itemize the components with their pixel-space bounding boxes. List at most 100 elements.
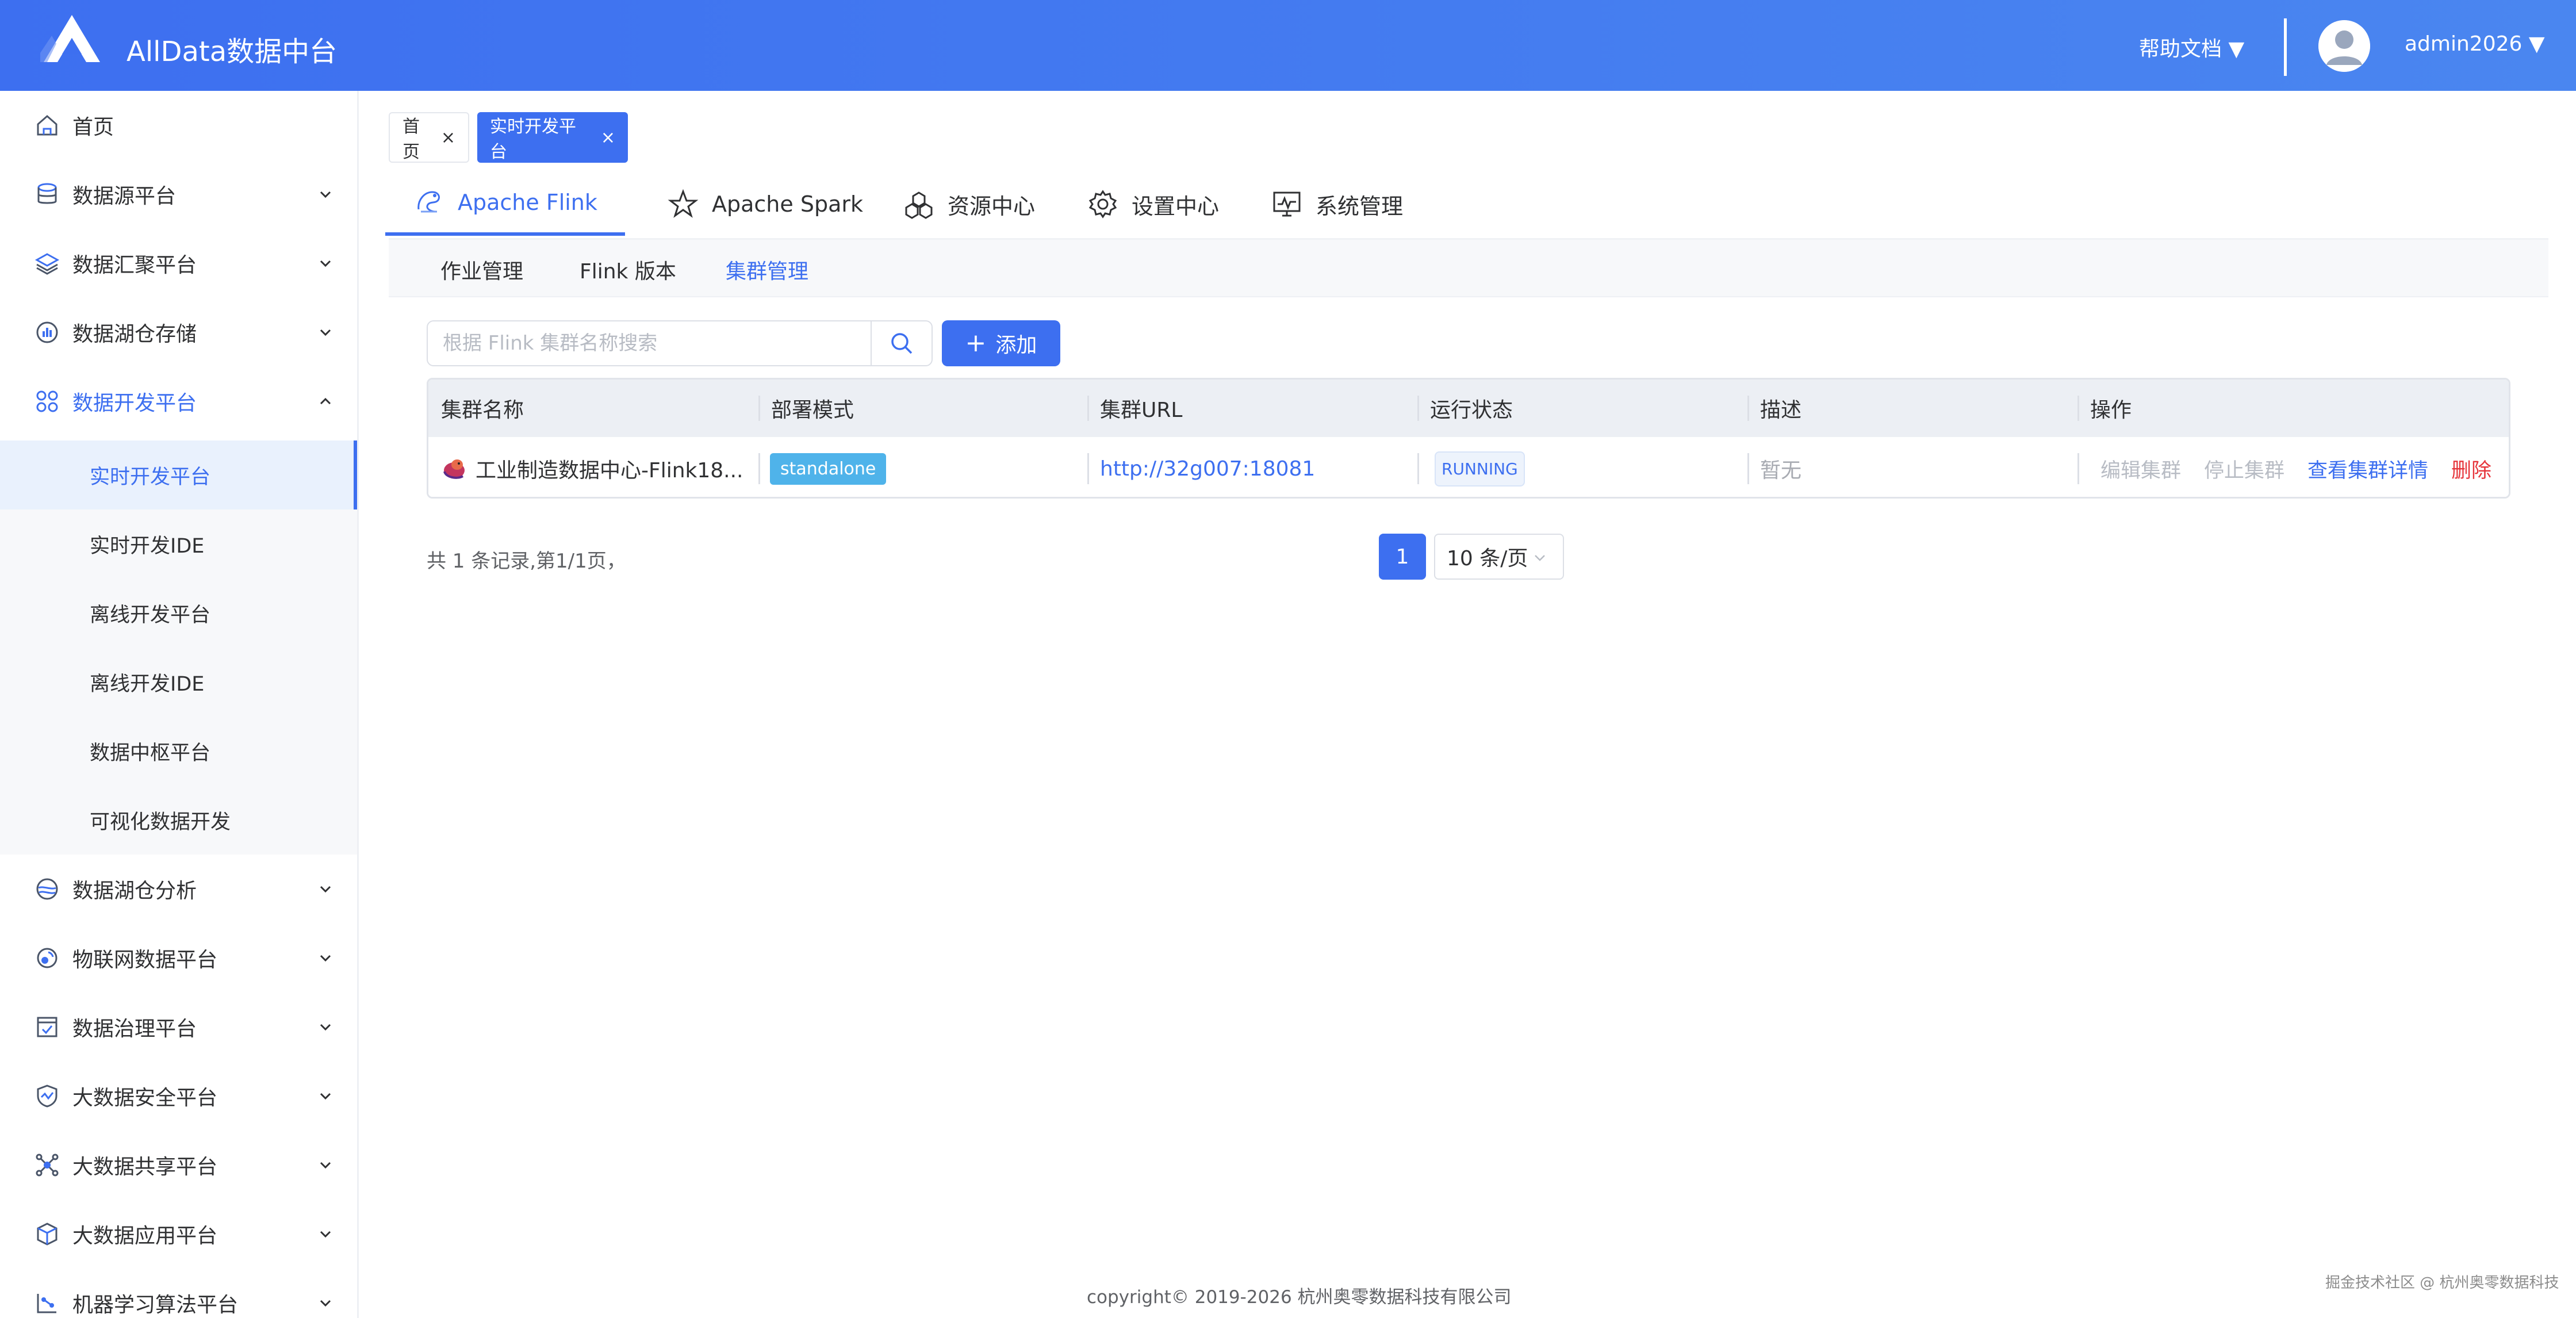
cluster-name-text: 工业制造数据中心-Flink18... bbox=[476, 459, 743, 482]
column-divider bbox=[2077, 453, 2079, 484]
sidebar-subitem-label: 实时开发平台 bbox=[90, 465, 211, 489]
sidebar-subitem-realtime-ide[interactable]: 实时开发IDE bbox=[0, 509, 357, 578]
column-divider bbox=[758, 396, 760, 421]
watermark-text: 掘金技术社区 @ 杭州奥零数据科技 bbox=[2325, 1274, 2559, 1292]
close-icon[interactable]: × bbox=[601, 128, 615, 148]
delete-button[interactable]: 删除 bbox=[2451, 454, 2491, 484]
sidebar: 首页 数据源平台 数据汇聚平台 数据湖仓存储 数据开发平台 实时开发平台 实时开… bbox=[0, 91, 359, 1318]
user-menu-dropdown[interactable]: admin2026 ▼ bbox=[2405, 32, 2545, 56]
tab-apache-spark[interactable]: Apache Spark bbox=[667, 173, 863, 236]
col-header-status: 运行状态 bbox=[1430, 399, 1513, 422]
chevron-down-icon bbox=[320, 886, 331, 893]
sidebar-item-label: 大数据共享平台 bbox=[72, 1155, 218, 1179]
sidebar-subitem-realtime-platform[interactable]: 实时开发平台 bbox=[0, 440, 357, 509]
sidebar-item-lakehouse-storage[interactable]: 数据湖仓存储 bbox=[0, 298, 357, 367]
tag-realtime-platform[interactable]: 实时开发平台 × bbox=[477, 112, 628, 163]
iot-icon bbox=[37, 948, 57, 968]
header-divider bbox=[2284, 18, 2287, 76]
sidebar-item-application[interactable]: 大数据应用平台 bbox=[0, 1200, 357, 1269]
view-cluster-detail-button[interactable]: 查看集群详情 bbox=[2307, 454, 2428, 484]
cluster-url-link[interactable]: http://32g007:18081 bbox=[1100, 457, 1315, 481]
column-divider bbox=[1747, 396, 1749, 421]
sidebar-item-data-aggregation[interactable]: 数据汇聚平台 bbox=[0, 229, 357, 298]
tab-label: 系统管理 bbox=[1316, 193, 1404, 219]
chevron-down-icon bbox=[1535, 555, 1545, 561]
sidebar-item-sharing[interactable]: 大数据共享平台 bbox=[0, 1131, 357, 1200]
chart-circle-icon bbox=[36, 321, 58, 343]
subtab-job-management[interactable]: 作业管理 bbox=[440, 255, 523, 285]
subtab-flink-version[interactable]: Flink 版本 bbox=[580, 255, 676, 285]
top-header: AllData数据中台 帮助文档 ▼ admin2026 ▼ bbox=[0, 0, 2576, 91]
share-icon bbox=[36, 1154, 59, 1177]
tab-settings-center[interactable]: 设置中心 bbox=[1087, 173, 1219, 236]
sidebar-item-label: 物联网数据平台 bbox=[72, 948, 218, 972]
stop-cluster-button[interactable]: 停止集群 bbox=[2204, 454, 2284, 484]
sidebar-item-label: 数据汇聚平台 bbox=[72, 254, 197, 277]
add-button[interactable]: + 添加 bbox=[942, 320, 1060, 366]
col-header-ops: 操作 bbox=[2090, 399, 2132, 422]
status-badge: RUNNING bbox=[1435, 451, 1525, 486]
deploy-mode-badge: standalone bbox=[770, 453, 887, 485]
sidebar-item-datasource[interactable]: 数据源平台 bbox=[0, 160, 357, 229]
tab-label: Apache Flink bbox=[458, 190, 597, 215]
grid-icon bbox=[36, 390, 58, 412]
plus-icon: + bbox=[965, 328, 987, 358]
close-icon[interactable]: × bbox=[441, 128, 455, 148]
tab-label: Apache Spark bbox=[712, 191, 863, 217]
column-divider bbox=[1087, 453, 1089, 484]
user-avatar-icon[interactable] bbox=[2318, 20, 2370, 72]
sidebar-subitem-label: 实时开发IDE bbox=[90, 534, 205, 558]
sidebar-item-home[interactable]: 首页 bbox=[0, 91, 357, 160]
cluster-table: 集群名称 部署模式 集群URL 运行状态 描述 操作 工业制造数据中心-Flin… bbox=[427, 378, 2510, 499]
help-docs-dropdown[interactable]: 帮助文档 ▼ bbox=[2139, 32, 2244, 62]
tab-label: 设置中心 bbox=[1132, 193, 1220, 219]
cell-description: 暂无 bbox=[1760, 437, 1802, 497]
monitor-icon bbox=[1273, 191, 1301, 217]
sidebar-item-iot[interactable]: 物联网数据平台 bbox=[0, 924, 357, 993]
sidebar-item-label: 首页 bbox=[72, 116, 114, 139]
sidebar-item-ml[interactable]: 机器学习算法平台 bbox=[0, 1269, 357, 1318]
chevron-down-icon bbox=[320, 329, 331, 336]
col-header-desc: 描述 bbox=[1760, 399, 1802, 422]
shield-icon bbox=[37, 1085, 57, 1108]
tab-resource-center[interactable]: 资源中心 bbox=[903, 173, 1035, 236]
col-header-name: 集群名称 bbox=[441, 399, 524, 422]
column-divider bbox=[1747, 453, 1749, 484]
tag-home[interactable]: 首页 × bbox=[389, 112, 469, 163]
layers-icon bbox=[34, 253, 60, 275]
sidebar-item-label: 大数据应用平台 bbox=[72, 1224, 218, 1248]
cluster-search-input[interactable] bbox=[428, 321, 871, 365]
sidebar-subitem-data-hub[interactable]: 数据中枢平台 bbox=[0, 717, 357, 786]
sidebar-item-label: 数据治理平台 bbox=[72, 1017, 197, 1041]
cell-operations: 编辑集群 停止集群 查看集群详情 删除 bbox=[2100, 437, 2491, 497]
sidebar-item-label: 数据源平台 bbox=[72, 185, 177, 208]
edit-cluster-button[interactable]: 编辑集群 bbox=[2100, 454, 2181, 484]
sidebar-subitem-label: 离线开发IDE bbox=[90, 672, 205, 696]
cell-cluster-name: 工业制造数据中心-Flink18... bbox=[440, 437, 743, 497]
chevron-down-icon bbox=[320, 1162, 331, 1169]
search-icon bbox=[891, 333, 913, 354]
copyright-text: copyright© 2019-2026 杭州奥零数据科技有限公司 bbox=[1087, 1287, 1512, 1308]
tab-apache-flink[interactable]: Apache Flink bbox=[385, 173, 625, 236]
page-number-button[interactable]: 1 bbox=[1379, 534, 1426, 580]
page-size-select[interactable]: 10 条/页 bbox=[1434, 534, 1564, 580]
sidebar-item-label: 大数据安全平台 bbox=[72, 1086, 218, 1110]
search-button[interactable] bbox=[871, 321, 931, 365]
sidebar-item-governance[interactable]: 数据治理平台 bbox=[0, 993, 357, 1062]
sub-tab-bar: 作业管理 Flink 版本 集群管理 bbox=[389, 240, 2548, 297]
subtab-cluster-management[interactable]: 集群管理 bbox=[726, 255, 808, 285]
chevron-up-icon bbox=[320, 397, 331, 405]
sidebar-subitem-offline-platform[interactable]: 离线开发平台 bbox=[0, 578, 357, 647]
cell-deploy-mode: standalone bbox=[770, 437, 887, 497]
description-text: 暂无 bbox=[1760, 459, 1802, 482]
sidebar-item-data-dev[interactable]: 数据开发平台 bbox=[0, 367, 357, 436]
sidebar-item-lakehouse-analysis[interactable]: 数据湖仓分析 bbox=[0, 855, 357, 924]
tab-system-management[interactable]: 系统管理 bbox=[1271, 173, 1403, 236]
pagination-total: 共 1 条记录,第1/1页， bbox=[427, 550, 626, 573]
cube-icon bbox=[37, 1223, 57, 1246]
sidebar-subitem-visual-dev[interactable]: 可视化数据开发 bbox=[0, 786, 357, 855]
checklist-icon bbox=[37, 1017, 57, 1037]
sidebar-item-security[interactable]: 大数据安全平台 bbox=[0, 1062, 357, 1131]
tag-label: 首页 bbox=[402, 117, 420, 162]
sidebar-subitem-offline-ide[interactable]: 离线开发IDE bbox=[0, 647, 357, 717]
